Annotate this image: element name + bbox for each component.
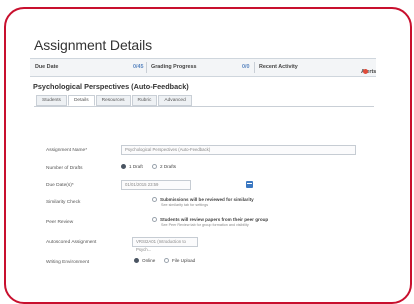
tab-details[interactable]: Details [67, 95, 95, 106]
drafts-option-1[interactable]: 1 Draft [121, 164, 143, 170]
tab-bar: Students Details Resources Rubric Advanc… [36, 95, 192, 106]
peer-review-option[interactable]: Students will review papers from their p… [152, 217, 268, 227]
calendar-icon[interactable] [246, 181, 253, 188]
tab-rubric[interactable]: Rubric [131, 95, 158, 106]
grading-progress-tab[interactable]: Grading Progress [151, 64, 197, 70]
assignment-name-label: Assignment Name* [46, 148, 88, 153]
divider [146, 62, 147, 73]
peer-review-text: Students will review papers from their p… [160, 217, 269, 222]
checkbox-icon [152, 197, 157, 203]
assignment-name-field[interactable]: Psychological Perspectives (Auto-Feedbac… [121, 145, 356, 155]
drafts-option-1-label: 1 Draft [129, 164, 143, 169]
radio-icon [152, 164, 157, 170]
drafts-option-2[interactable]: 2 Drafts [152, 164, 177, 170]
due-date-label: Due Date(s)* [46, 183, 74, 188]
writing-option-file-upload[interactable]: File Upload [164, 258, 196, 264]
tab-students[interactable]: Students [36, 95, 67, 106]
due-date-tab[interactable]: Due Date [35, 64, 58, 70]
peer-review-label: Peer Review [46, 220, 74, 225]
due-date-field[interactable]: 01/01/2015 23:59 [121, 180, 191, 190]
drafts-option-2-label: 2 Drafts [160, 164, 177, 169]
tab-resources[interactable]: Resources [95, 95, 131, 106]
similarity-check-description: See similarity tab for settings [161, 203, 209, 208]
assignment-header-bar: Due Date 0/45 Grading Progress 0/0 Recen… [30, 58, 376, 77]
autoscored-assignment-field[interactable]: VRSI2A01 (Introduction to Psych... [132, 237, 198, 252]
grading-count: 0/0 [242, 64, 250, 70]
writing-environment-label: Writing Environment [46, 260, 90, 265]
due-date-count: 0/45 [133, 64, 144, 70]
recent-activity-tab[interactable]: Recent Activity [259, 64, 298, 70]
radio-selected-icon [121, 164, 126, 170]
alert-icon [363, 69, 368, 74]
radio-icon [164, 258, 169, 264]
similarity-check-option[interactable]: Submissions will be reviewed for similar… [152, 197, 254, 207]
page-title: Assignment Details [34, 37, 153, 53]
similarity-check-label: Similarity Check [46, 200, 81, 205]
similarity-check-text: Submissions will be reviewed for similar… [160, 197, 254, 202]
number-of-drafts-label: Number of Drafts [46, 166, 83, 171]
tab-advanced[interactable]: Advanced [158, 95, 192, 106]
writing-option-online-label: Online [142, 258, 156, 263]
writing-option-online[interactable]: Online [134, 258, 156, 264]
assignment-name-heading: Psychological Perspectives (Auto-Feedbac… [33, 82, 189, 91]
writing-option-file-upload-label: File Upload [172, 258, 196, 263]
divider [254, 62, 255, 73]
checkbox-icon [152, 217, 157, 223]
details-panel: Assignment Name* Psychological Perspecti… [34, 106, 374, 277]
peer-review-description: See Peer Review tab for group formation … [161, 223, 249, 228]
radio-selected-icon [134, 258, 139, 264]
autoscored-assignment-label: Autoscored Assignment [46, 240, 97, 245]
